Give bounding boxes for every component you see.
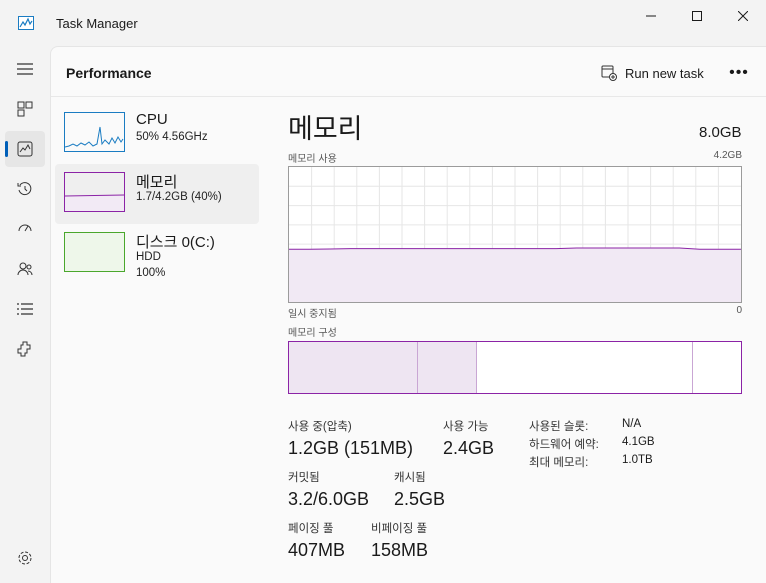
nonpaged-pool-label: 비페이징 풀: [371, 523, 428, 535]
device-name: 메모리: [136, 174, 178, 191]
usage-chart-label: 메모리 사용: [288, 154, 337, 165]
available-label: 사용 가능: [443, 421, 489, 433]
app-history-icon: [17, 182, 32, 196]
slots-used-value: N/A: [622, 418, 642, 430]
chart-time-label: 일시 중지됨: [288, 309, 337, 320]
max-memory-label: 최대 메모리:: [529, 457, 589, 469]
close-button[interactable]: [720, 0, 766, 32]
composition-in-use: [289, 342, 419, 393]
nav-app-history[interactable]: [5, 171, 45, 207]
device-item-memory[interactable]: 메모리 1.7/4.2GB (40%): [55, 164, 259, 224]
in-use-label: 사용 중(압축): [288, 421, 352, 433]
device-detail: 50% 4.56GHz: [136, 131, 208, 143]
slots-used-label: 사용된 슬롯:: [529, 421, 589, 433]
hardware-reserved-value: 4.1GB: [622, 436, 655, 448]
performance-panel: Performance Run new task ••• CPU 50% 4.5…: [50, 46, 766, 583]
startup-apps-icon: [18, 224, 32, 232]
paged-pool-label: 페이징 풀: [288, 523, 334, 535]
usage-chart-max: 4.2GB: [713, 150, 742, 161]
nav-settings[interactable]: [5, 540, 45, 576]
hamburger-menu-button[interactable]: [5, 51, 45, 87]
nav-details[interactable]: [5, 291, 45, 327]
usage-area: [289, 248, 741, 302]
performance-icon: [17, 141, 33, 157]
cpu-thumbnail-line: [64, 126, 124, 148]
device-name: CPU: [136, 111, 168, 128]
composition-modified: [418, 342, 478, 393]
memory-composition-bar: [288, 341, 742, 394]
hardware-reserved-label: 하드웨어 예약:: [529, 439, 599, 451]
title-bar: Task Manager: [0, 0, 766, 46]
disk-thumbnail-graph: [64, 232, 125, 272]
committed-label: 커밋됨: [288, 472, 320, 484]
cached-label: 캐시됨: [394, 472, 426, 484]
memory-usage-chart: [288, 166, 742, 303]
chart-time-min: 0: [736, 305, 742, 316]
settings-icon: [18, 551, 32, 565]
device-type: HDD: [136, 251, 161, 263]
run-new-task-label: Run new task: [625, 65, 704, 81]
maximize-button[interactable]: [674, 0, 720, 32]
cached-value: 2.5GB: [394, 489, 446, 509]
users-icon: [17, 262, 33, 276]
committed-value: 3.2/6.0GB: [288, 489, 370, 509]
nonpaged-pool-value: 158MB: [371, 540, 429, 560]
details-icon: [17, 303, 33, 315]
device-name: 디스크 0(C:): [136, 234, 215, 251]
nav-processes[interactable]: [5, 91, 45, 127]
device-utilization: 100%: [136, 267, 166, 279]
composition-standby: [477, 342, 694, 393]
composition-label: 메모리 구성: [288, 328, 337, 339]
paged-pool-value: 407MB: [288, 540, 346, 560]
minimize-button[interactable]: [628, 0, 674, 32]
max-memory-value: 1.0TB: [622, 454, 653, 466]
nav-performance[interactable]: [5, 131, 45, 167]
more-options-button[interactable]: •••: [727, 61, 751, 85]
close-icon: [738, 11, 748, 21]
cpu-thumbnail-graph: [64, 112, 125, 152]
nav-startup-apps[interactable]: [5, 211, 45, 247]
minimize-icon: [646, 15, 656, 17]
window-title: Task Manager: [56, 16, 138, 31]
composition-free: [693, 342, 741, 393]
services-icon: [17, 341, 31, 357]
nav-users[interactable]: [5, 251, 45, 287]
memory-thumbnail-graph: [64, 172, 125, 212]
run-new-task-button[interactable]: Run new task: [601, 62, 704, 84]
detail-title: 메모리: [288, 114, 363, 144]
nav-services[interactable]: [5, 331, 45, 367]
total-memory: 8.0GB: [699, 124, 742, 141]
navigation-rail: [0, 46, 50, 583]
hamburger-menu-icon: [17, 63, 33, 75]
page-title: Performance: [66, 65, 152, 81]
device-item-cpu[interactable]: CPU 50% 4.56GHz: [55, 104, 259, 164]
task-manager-app-icon: [18, 16, 34, 30]
maximize-icon: [692, 11, 702, 21]
available-value: 2.4GB: [443, 438, 495, 458]
in-use-value: 1.2GB (151MB): [288, 438, 414, 458]
run-task-icon: [601, 65, 617, 81]
device-detail: 1.7/4.2GB (40%): [136, 191, 222, 203]
device-item-disk[interactable]: 디스크 0(C:) HDD 100%: [55, 224, 259, 284]
panel-header: Performance Run new task •••: [51, 47, 766, 97]
processes-icon: [17, 101, 33, 117]
